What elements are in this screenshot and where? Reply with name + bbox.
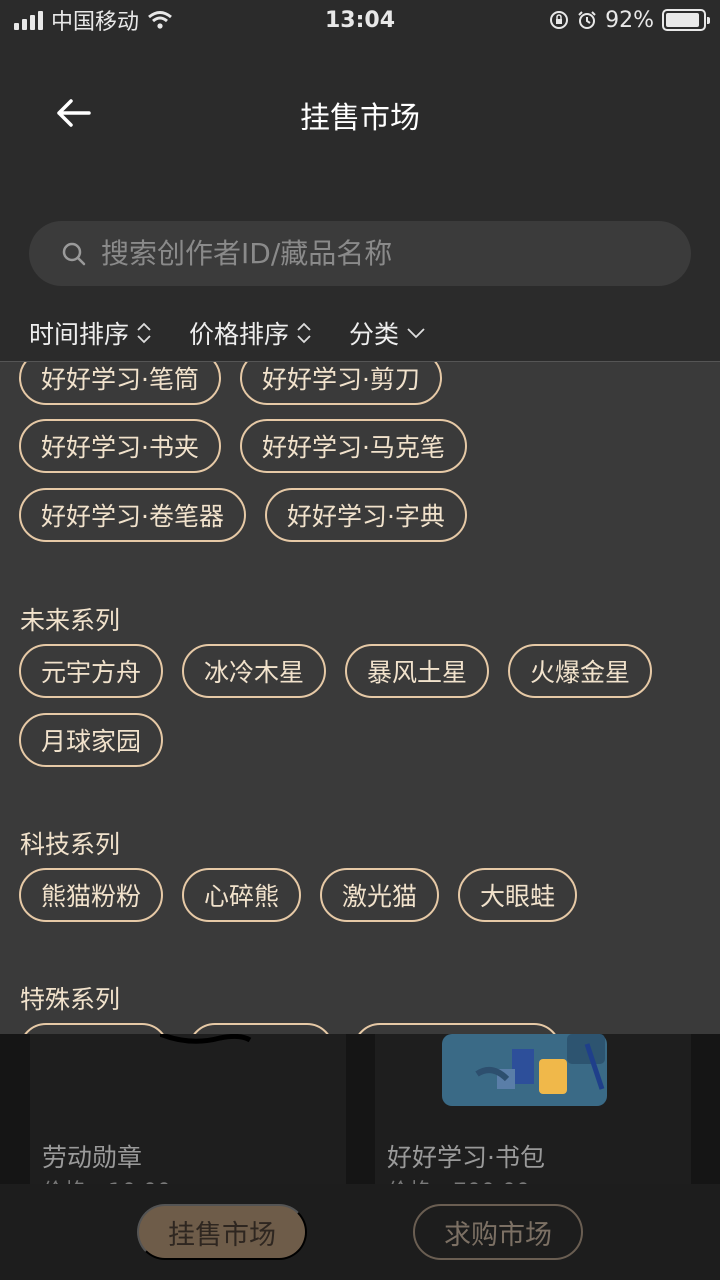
category-tag[interactable]: 熊猫粉粉 (19, 868, 164, 922)
section-title: 科技系列 (20, 830, 121, 859)
category-tag[interactable] (19, 1023, 169, 1034)
filter-category[interactable]: 分类 (349, 315, 427, 351)
category-tag[interactable] (353, 1023, 561, 1034)
product-card[interactable]: 好好学习·书包 价格：700.00 (375, 1034, 691, 1184)
category-tag[interactable]: 好好学习·剪刀 (239, 362, 442, 405)
tab-sell-market[interactable]: 挂售市场 (137, 1204, 307, 1260)
filter-time-sort[interactable]: 时间排序 (29, 315, 153, 351)
category-tag[interactable]: 元宇方舟 (19, 644, 164, 698)
category-tag[interactable]: 暴风土星 (345, 644, 490, 698)
product-price: 价格：700.00 (387, 1174, 530, 1184)
carrier-label: 中国移动 (51, 10, 140, 35)
product-grid: 劳动勋章 价格：10.00 好好学习·书包 价格：700.00 (0, 1034, 720, 1184)
search-input[interactable] (101, 237, 661, 270)
search-icon (62, 242, 86, 265)
battery-percent: 92% (605, 7, 654, 33)
status-right: 92% (549, 7, 710, 33)
category-tag[interactable]: 激光猫 (320, 868, 440, 922)
status-bar: 中国移动 13:04 92% (0, 0, 720, 40)
tag-row: 熊猫粉粉 心碎熊 激光猫 大眼蛙 (19, 868, 578, 922)
search-bar[interactable] (29, 221, 691, 286)
wifi-icon (148, 11, 172, 29)
section-title: 未来系列 (20, 606, 121, 635)
tag-row: 好好学习·书夹 好好学习·马克笔 (19, 419, 467, 473)
filter-bar: 时间排序 价格排序 分类 (29, 308, 427, 358)
category-tag[interactable]: 好好学习·字典 (264, 488, 467, 542)
tag-row: 好好学习·卷笔器 好好学习·字典 (19, 488, 467, 542)
product-name: 好好学习·书包 (387, 1143, 545, 1172)
battery-icon (662, 9, 710, 31)
section-title: 特殊系列 (20, 985, 121, 1014)
alarm-icon (578, 11, 596, 29)
status-left: 中国移动 (14, 4, 173, 36)
category-tag[interactable]: 好好学习·书夹 (19, 419, 221, 473)
product-name: 劳动勋章 (42, 1143, 143, 1172)
category-tag[interactable] (188, 1023, 334, 1034)
sort-updown-icon (297, 322, 311, 344)
product-price: 价格：10.00 (42, 1174, 171, 1184)
tag-row: 好好学习·笔筒 好好学习·剪刀 (19, 362, 442, 405)
back-button[interactable] (48, 88, 98, 138)
rotation-lock-icon (550, 11, 569, 29)
category-tag[interactable]: 心碎熊 (182, 868, 302, 922)
category-tag[interactable]: 冰冷木星 (182, 644, 327, 698)
sort-updown-icon (137, 322, 151, 344)
signal-icon (14, 10, 43, 30)
category-tag[interactable]: 大眼蛙 (458, 868, 578, 922)
page-title: 挂售市场 (300, 101, 420, 136)
filter-label: 价格排序 (189, 320, 290, 349)
category-tag[interactable]: 好好学习·马克笔 (239, 419, 467, 473)
tag-row: 元宇方舟 冰冷木星 暴风土星 火爆金星 (19, 644, 653, 698)
tab-buy-market[interactable]: 求购市场 (413, 1204, 583, 1260)
product-image (160, 1034, 252, 1044)
arrow-left-icon (57, 99, 91, 127)
category-tag[interactable]: 火爆金星 (508, 644, 653, 698)
backpack-image (442, 1034, 607, 1106)
tag-row: 月球家园 (19, 713, 164, 767)
category-tag[interactable]: 好好学习·笔筒 (19, 362, 221, 405)
bottom-tab-bar: 挂售市场 求购市场 (0, 1184, 720, 1280)
battery-fill (666, 13, 700, 27)
category-tag[interactable]: 好好学习·卷笔器 (19, 488, 246, 542)
chevron-down-icon (407, 328, 425, 339)
category-panel: 好好学习·笔筒 好好学习·剪刀 好好学习·书夹 好好学习·马克笔 好好学习·卷笔… (0, 362, 720, 1034)
product-card[interactable]: 劳动勋章 价格：10.00 (30, 1034, 346, 1184)
filter-label: 分类 (349, 320, 400, 349)
filter-price-sort[interactable]: 价格排序 (189, 315, 313, 351)
header: 挂售市场 (0, 70, 720, 160)
filter-label: 时间排序 (29, 320, 130, 349)
tag-row-partial (19, 1023, 561, 1034)
category-tag[interactable]: 月球家园 (19, 713, 164, 767)
